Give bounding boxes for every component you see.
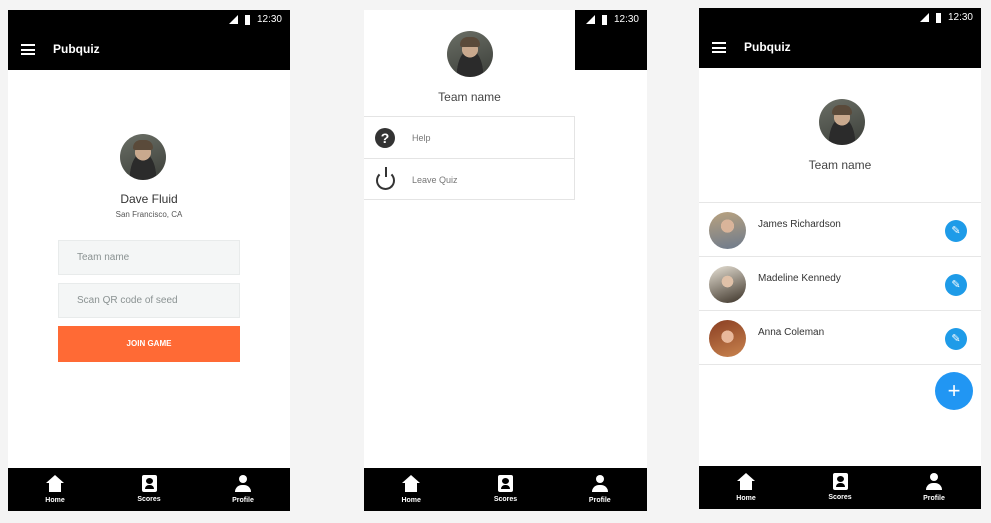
profile-icon bbox=[234, 475, 252, 493]
edit-icon[interactable]: ✎ bbox=[945, 220, 967, 242]
team-screen: 12:30 Pubquiz Team name James Richardson… bbox=[699, 8, 981, 509]
nav-scores[interactable]: Scores bbox=[793, 466, 887, 509]
avatar bbox=[819, 99, 865, 145]
qr-code-input[interactable]: Scan QR code of seed bbox=[58, 283, 240, 318]
signal-icon bbox=[228, 15, 238, 24]
nav-scores[interactable]: Scores bbox=[458, 468, 552, 511]
battery-icon bbox=[935, 12, 941, 23]
user-location: San Francisco, CA bbox=[115, 210, 183, 219]
home-icon bbox=[46, 475, 64, 493]
drawer-screen: 12:30 Team name ? Help Leave Quiz Home S… bbox=[364, 10, 647, 511]
join-screen: 12:30 Pubquiz Dave Fluid San Francisco, … bbox=[8, 10, 290, 511]
avatar bbox=[709, 212, 746, 249]
status-bar: 12:30 bbox=[575, 10, 647, 30]
nav-profile[interactable]: Profile bbox=[887, 466, 981, 509]
menu-icon[interactable] bbox=[712, 42, 726, 53]
nav-label: Scores bbox=[493, 496, 518, 503]
avatar bbox=[120, 134, 166, 180]
bottom-nav: Home Scores Profile bbox=[699, 466, 981, 509]
team-name: Team name bbox=[438, 90, 501, 104]
nav-label: Home bbox=[45, 497, 65, 504]
status-bar: 12:30 bbox=[699, 8, 981, 28]
help-icon: ? bbox=[375, 128, 395, 148]
bottom-nav: Home Scores Profile bbox=[364, 468, 647, 511]
signal-icon bbox=[585, 15, 595, 24]
edit-icon[interactable]: ✎ bbox=[945, 274, 967, 296]
home-icon bbox=[402, 475, 421, 493]
team-name: Team name bbox=[808, 158, 872, 172]
status-time: 12:30 bbox=[613, 14, 639, 25]
nav-profile[interactable]: Profile bbox=[196, 468, 290, 511]
member-name: Madeline Kennedy bbox=[758, 273, 841, 284]
avatar bbox=[709, 266, 746, 303]
team-name-input[interactable]: Team name bbox=[58, 240, 240, 275]
drawer-item-help[interactable]: ? Help bbox=[364, 116, 575, 158]
scores-icon bbox=[832, 473, 848, 490]
app-bar: Pubquiz bbox=[699, 28, 981, 68]
join-game-button[interactable]: JOIN GAME bbox=[58, 326, 240, 362]
add-member-button[interactable]: + bbox=[935, 372, 973, 410]
profile-icon bbox=[925, 473, 943, 491]
status-time: 12:30 bbox=[947, 12, 973, 23]
nav-label: Scores bbox=[828, 494, 852, 501]
edit-icon[interactable]: ✎ bbox=[945, 328, 967, 350]
member-name: Anna Coleman bbox=[758, 327, 825, 338]
battery-icon bbox=[244, 14, 250, 25]
nav-home[interactable]: Home bbox=[8, 468, 102, 511]
app-title: Pubquiz bbox=[744, 40, 791, 54]
status-bar: 12:30 bbox=[8, 10, 290, 30]
nav-home[interactable]: Home bbox=[364, 468, 458, 511]
user-name: Dave Fluid bbox=[120, 192, 178, 206]
nav-label: Scores bbox=[137, 496, 161, 503]
avatar bbox=[447, 31, 493, 77]
home-icon bbox=[737, 473, 755, 491]
nav-label: Profile bbox=[232, 497, 254, 504]
app-title: Pubquiz bbox=[53, 42, 100, 56]
drawer-item-label: Leave Quiz bbox=[412, 175, 458, 185]
battery-icon bbox=[601, 14, 607, 25]
drawer-item-leave-quiz[interactable]: Leave Quiz bbox=[364, 158, 575, 200]
nav-profile[interactable]: Profile bbox=[553, 468, 647, 511]
list-item[interactable]: Anna Coleman ✎ bbox=[699, 311, 981, 365]
member-name: James Richardson bbox=[758, 219, 841, 230]
menu-icon[interactable] bbox=[21, 44, 35, 55]
bottom-nav: Home Scores Profile bbox=[8, 468, 290, 511]
nav-scores[interactable]: Scores bbox=[102, 468, 196, 511]
nav-label: Home bbox=[401, 497, 421, 504]
nav-home[interactable]: Home bbox=[699, 466, 793, 509]
app-bar: Pubquiz bbox=[8, 30, 290, 70]
drawer-item-label: Help bbox=[412, 133, 431, 143]
power-icon bbox=[376, 167, 395, 190]
list-item[interactable]: James Richardson ✎ bbox=[699, 203, 981, 257]
list-item[interactable]: Madeline Kennedy ✎ bbox=[699, 257, 981, 311]
member-list: James Richardson ✎ Madeline Kennedy ✎ An… bbox=[699, 202, 981, 365]
signal-icon bbox=[919, 13, 929, 22]
nav-label: Profile bbox=[923, 495, 945, 502]
profile-icon bbox=[591, 475, 609, 493]
scores-icon bbox=[497, 475, 513, 492]
avatar bbox=[709, 320, 746, 357]
status-time: 12:30 bbox=[256, 14, 282, 25]
nav-label: Profile bbox=[588, 497, 611, 504]
nav-label: Home bbox=[736, 495, 756, 502]
nav-drawer: Team name ? Help Leave Quiz bbox=[364, 10, 575, 200]
scores-icon bbox=[141, 475, 157, 492]
app-bar-peek: 12:30 bbox=[575, 10, 647, 70]
